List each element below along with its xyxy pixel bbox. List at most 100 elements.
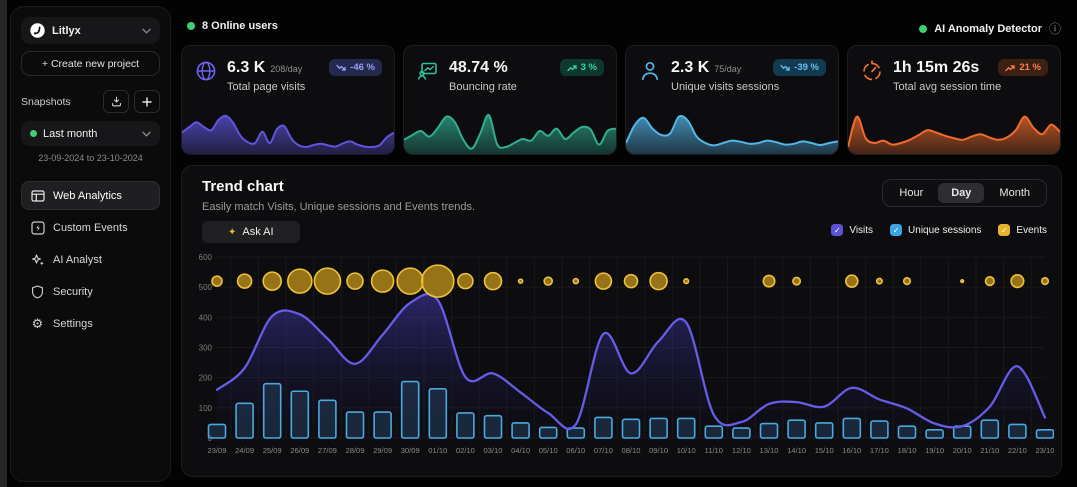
litlyx-logo-icon (30, 23, 45, 38)
svg-text:200: 200 (199, 374, 213, 383)
online-users-indicator: 8 Online users (187, 20, 278, 32)
trend-down-icon (336, 64, 346, 72)
sidebar-item-security[interactable]: Security (21, 277, 160, 306)
svg-text:12/10: 12/10 (732, 446, 751, 455)
kpi-value: 2.3 K (671, 59, 709, 77)
save-snapshot-icon (111, 96, 122, 107)
svg-text:26/09: 26/09 (290, 446, 309, 455)
legend-unique-sessions[interactable]: ✓ Unique sessions (890, 224, 981, 236)
svg-text:500: 500 (199, 283, 213, 292)
online-users-text: 8 Online users (202, 20, 278, 32)
svg-text:01/10: 01/10 (428, 446, 447, 455)
svg-text:16/10: 16/10 (842, 446, 861, 455)
svg-text:13/10: 13/10 (759, 446, 778, 455)
svg-text:24/09: 24/09 (235, 446, 254, 455)
tab-hour[interactable]: Hour (886, 183, 936, 203)
trend-chart-panel: Trend chart Easily match Visits, Unique … (181, 165, 1062, 477)
sidebar-nav: Web Analytics Custom Events AI Analyst S… (21, 181, 160, 338)
svg-text:02/10: 02/10 (456, 446, 475, 455)
svg-text:08/10: 08/10 (621, 446, 640, 455)
sidebar-item-label: Web Analytics (53, 190, 122, 202)
trend-down-icon (780, 64, 790, 72)
svg-text:30/09: 30/09 (401, 446, 420, 455)
sidebar-item-web-analytics[interactable]: Web Analytics (21, 181, 160, 210)
kpi-sparkline (182, 106, 394, 154)
snapshot-period-value: Last month (43, 128, 136, 140)
kpi-sparkline (404, 106, 616, 154)
checkbox-checked-icon: ✓ (890, 224, 902, 236)
kpi-label: Total avg session time (893, 81, 1001, 93)
trend-chart-title: Trend chart (202, 178, 284, 195)
svg-text:10/10: 10/10 (677, 446, 696, 455)
anomaly-status-dot (919, 25, 927, 33)
tab-day[interactable]: Day (938, 183, 984, 203)
checkbox-checked-icon: ✓ (831, 224, 843, 236)
window-edge (0, 0, 7, 487)
svg-text:18/10: 18/10 (897, 446, 916, 455)
kpi-label: Bouncing rate (449, 81, 517, 93)
svg-text:29/09: 29/09 (373, 446, 392, 455)
kpi-label: Total page visits (227, 81, 305, 93)
lightning-square-icon (30, 221, 45, 235)
snapshot-period-select[interactable]: Last month (21, 121, 160, 146)
svg-text:22/10: 22/10 (1008, 446, 1027, 455)
svg-text:03/10: 03/10 (483, 446, 502, 455)
ask-ai-button[interactable]: ✦ Ask AI (202, 221, 300, 243)
kpi-trend-badge: 21 % (998, 59, 1048, 76)
tab-month[interactable]: Month (986, 183, 1043, 203)
browser-icon (30, 189, 45, 203)
sidebar-item-custom-events[interactable]: Custom Events (21, 213, 160, 242)
legend-visits[interactable]: ✓ Visits (831, 224, 873, 236)
svg-text:14/10: 14/10 (787, 446, 806, 455)
svg-text:300: 300 (199, 344, 213, 353)
kpi-sparkline (626, 106, 838, 154)
snapshots-label: Snapshots (21, 96, 98, 108)
plus-icon (142, 97, 152, 107)
svg-text:06/10: 06/10 (566, 446, 585, 455)
kpi-value: 1h 15m 26s (893, 59, 979, 77)
ai-anomaly-detector: AI Anomaly Detector ⓘ (919, 20, 1061, 37)
period-status-dot (30, 130, 37, 137)
online-status-dot (187, 22, 195, 30)
time-range-segmented-control: Hour Day Month (882, 179, 1047, 207)
kpi-trend-badge: -46 % (329, 59, 382, 76)
kpi-trend-badge: -39 % (773, 59, 826, 76)
gear-icon: ⚙ (30, 317, 45, 330)
trend-chart-subtitle: Easily match Visits, Unique sessions and… (202, 201, 475, 213)
info-icon[interactable]: ⓘ (1049, 20, 1061, 37)
user-icon (638, 59, 662, 83)
app-window: Litlyx + Create new project Snapshots La… (0, 0, 1077, 487)
kpi-card-avg-session-time: 1h 15m 26s Total avg session time 21 % (847, 45, 1061, 155)
snapshot-date-range: 23-09-2024 to 23-10-2024 (21, 153, 160, 163)
project-name: Litlyx (52, 25, 135, 37)
shield-icon (30, 285, 45, 299)
save-snapshot-button[interactable] (103, 90, 129, 113)
kpi-value: 48.74 % (449, 59, 508, 77)
svg-text:23/10: 23/10 (1035, 446, 1054, 455)
kpi-card-bouncing-rate: 48.74 % Bouncing rate 3 % (403, 45, 617, 155)
svg-text:17/10: 17/10 (870, 446, 889, 455)
trend-chart-canvas[interactable]: 010020030040050060023/0924/0925/0926/092… (190, 248, 1054, 474)
svg-text:19/10: 19/10 (925, 446, 944, 455)
anomaly-detector-text: AI Anomaly Detector (934, 23, 1042, 35)
sidebar-item-ai-analyst[interactable]: AI Analyst (21, 245, 160, 274)
svg-text:07/10: 07/10 (594, 446, 613, 455)
sidebar-item-label: Custom Events (53, 222, 128, 234)
svg-text:20/10: 20/10 (953, 446, 972, 455)
kpi-card-unique-sessions: 2.3 K 75/day Unique visits sessions -39 … (625, 45, 839, 155)
svg-text:100: 100 (199, 404, 213, 413)
checkbox-checked-icon: ✓ (998, 224, 1010, 236)
svg-text:15/10: 15/10 (815, 446, 834, 455)
project-selector[interactable]: Litlyx (21, 17, 160, 44)
legend-events[interactable]: ✓ Events (998, 224, 1047, 236)
chevron-down-icon (142, 131, 151, 137)
add-snapshot-button[interactable] (134, 90, 160, 113)
svg-text:600: 600 (199, 253, 213, 262)
create-project-button[interactable]: + Create new project (21, 51, 160, 76)
sparkles-icon (30, 253, 45, 267)
chevron-down-icon (142, 28, 151, 34)
kpi-per-day: 208/day (270, 64, 302, 74)
svg-text:04/10: 04/10 (511, 446, 530, 455)
svg-text:21/10: 21/10 (980, 446, 999, 455)
sidebar-item-settings[interactable]: ⚙ Settings (21, 309, 160, 338)
